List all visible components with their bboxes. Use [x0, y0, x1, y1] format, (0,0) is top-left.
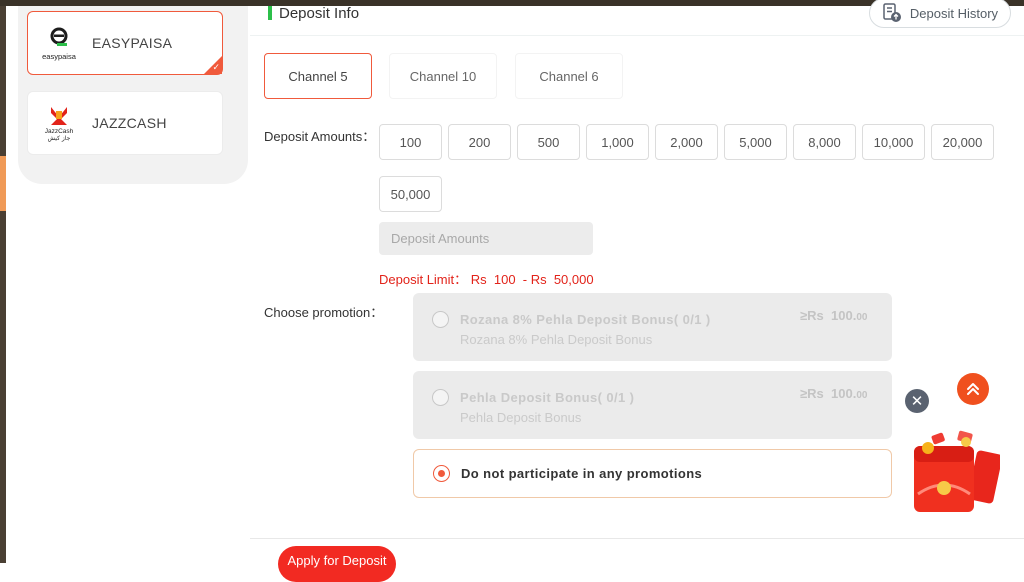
amount-option[interactable]: 100 [379, 124, 442, 160]
apply-for-deposit-button[interactable]: Apply for Deposit [278, 546, 396, 582]
deposit-history-button[interactable]: Deposit History [869, 0, 1011, 28]
min-decimals: 00 [856, 312, 868, 323]
amount-option[interactable]: 500 [517, 124, 580, 160]
amount-option[interactable]: 5,000 [724, 124, 787, 160]
svg-text:جاز کیش: جاز کیش [48, 135, 71, 142]
deposit-header: Deposit Info Deposit History [250, 0, 1024, 36]
payment-method-panel: easypaisa EASYPAISA ✓ JazzCash جاز کیش J… [6, 6, 250, 563]
promotion-radio[interactable] [432, 389, 449, 406]
svg-text:JazzCash: JazzCash [45, 128, 74, 135]
promotion-subtitle: Pehla Deposit Bonus [460, 410, 582, 425]
amount-option[interactable]: 2,000 [655, 124, 718, 160]
amount-option[interactable]: 200 [448, 124, 511, 160]
min-decimals: 00 [856, 390, 868, 401]
promotion-min-amount: ≥Rs 100.00 [800, 386, 867, 401]
amount-option[interactable]: 20,000 [931, 124, 994, 160]
gift-envelope-icon[interactable] [908, 424, 1003, 516]
min-value: 100. [831, 386, 857, 401]
jazzcash-logo-icon: JazzCash جاز کیش [32, 98, 86, 148]
payment-method-jazzcash[interactable]: JazzCash جاز کیش JAZZCASH [27, 91, 223, 155]
promotion-option-none[interactable]: Do not participate in any promotions [413, 449, 892, 498]
amount-option[interactable]: 1,000 [586, 124, 649, 160]
page-title: Deposit Info [279, 5, 360, 22]
amount-option[interactable]: 50,000 [379, 176, 442, 212]
close-icon[interactable]: ✕ [905, 389, 929, 413]
min-prefix: ≥Rs [800, 308, 824, 323]
promotion-option[interactable]: Pehla Deposit Bonus( 0/1 ) Pehla Deposit… [413, 371, 892, 439]
promotion-title: Do not participate in any promotions [461, 466, 703, 481]
promotion-title: Pehla Deposit Bonus( 0/1 ) [460, 390, 635, 405]
deposit-history-label: Deposit History [909, 5, 999, 21]
promotion-option[interactable]: Rozana 8% Pehla Deposit Bonus( 0/1 ) Roz… [413, 293, 892, 361]
title-accent-bar [268, 6, 272, 20]
payment-method-name: JAZZCASH [92, 115, 167, 131]
svg-text:easypaisa: easypaisa [42, 52, 77, 61]
deposit-amounts-label: Deposit Amounts： [264, 129, 376, 144]
min-value: 100. [831, 308, 857, 323]
promotion-radio-selected[interactable] [433, 465, 450, 482]
footer-divider [250, 538, 1024, 539]
channel-tab-6[interactable]: Channel 6 [515, 53, 623, 99]
payment-method-easypaisa[interactable]: easypaisa EASYPAISA ✓ [27, 11, 223, 75]
deposit-limit-text: Deposit Limit： Rs 100 - Rs 50,000 [379, 272, 594, 287]
promotion-subtitle: Rozana 8% Pehla Deposit Bonus [460, 332, 653, 347]
channel-tab-10[interactable]: Channel 10 [389, 53, 497, 99]
amount-option[interactable]: 8,000 [793, 124, 856, 160]
choose-promotion-label: Choose promotion： [264, 305, 384, 320]
payment-method-list: easypaisa EASYPAISA ✓ JazzCash جاز کیش J… [18, 6, 248, 184]
deposit-amount-input[interactable] [379, 222, 593, 255]
history-icon [883, 3, 901, 22]
scroll-top-icon[interactable] [957, 373, 989, 405]
promotion-radio[interactable] [432, 311, 449, 328]
amount-option[interactable]: 10,000 [862, 124, 925, 160]
min-prefix: ≥Rs [800, 386, 824, 401]
payment-method-name: EASYPAISA [92, 35, 173, 51]
channel-tab-5[interactable]: Channel 5 [264, 53, 372, 99]
promotion-title: Rozana 8% Pehla Deposit Bonus( 0/1 ) [460, 312, 711, 327]
check-icon: ✓ [212, 62, 220, 72]
easypaisa-logo-icon: easypaisa [32, 18, 86, 68]
promotion-min-amount: ≥Rs 100.00 [800, 308, 867, 323]
